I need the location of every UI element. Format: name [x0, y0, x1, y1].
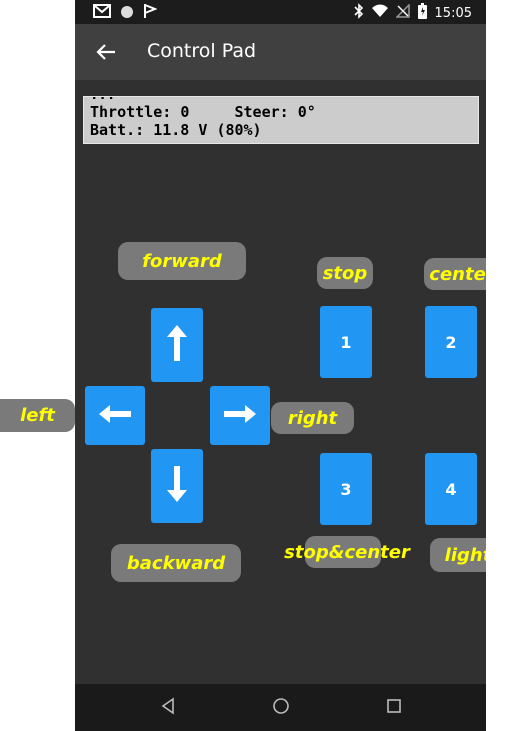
button-2[interactable]: 2 [425, 306, 477, 378]
arrow-up-icon [165, 323, 189, 367]
arrow-left-icon [97, 403, 133, 429]
stop-center-label: stop&center [284, 536, 410, 568]
battery-label: Batt.: [90, 121, 145, 139]
app-bar: Control Pad [75, 24, 486, 80]
forward-label: forward [118, 242, 246, 280]
left-button[interactable] [85, 386, 145, 445]
stop-center-text: stop&center [284, 541, 410, 563]
light-label: light [430, 538, 486, 572]
center-label: center [424, 258, 486, 290]
right-label: right [271, 402, 354, 434]
bluetooth-icon [353, 3, 364, 23]
nav-back-icon[interactable] [160, 697, 176, 719]
backward-label: backward [111, 544, 241, 582]
circle-icon [120, 4, 134, 23]
status-right: 15:05 [353, 3, 472, 23]
battery-value: 11.8 V [153, 121, 208, 139]
status-bar: 15:05 [75, 0, 486, 24]
left-label: left [0, 399, 75, 432]
throttle-steer-row: Throttle: 0 Steer: 0° [90, 103, 316, 121]
button-3[interactable]: 3 [320, 453, 372, 525]
arrow-down-icon [165, 464, 189, 508]
telemetry-panel: ... Throttle: 0 Steer: 0° Batt.: 11.8 V … [83, 96, 479, 144]
back-arrow-icon[interactable] [93, 39, 119, 65]
phone-screen: 15:05 Control Pad ... Throttle: 0 Steer:… [75, 0, 486, 731]
steer-value: 0° [297, 103, 316, 121]
gmail-icon [93, 3, 111, 23]
page-title: Control Pad [147, 40, 257, 62]
battery-percent: (80%) [216, 121, 262, 139]
flag-icon [143, 3, 158, 23]
truncated-line: ... [90, 97, 115, 103]
button-1[interactable]: 1 [320, 306, 372, 378]
system-nav-bar [75, 684, 486, 731]
nav-recents-icon[interactable] [386, 697, 402, 719]
stop-label: stop [317, 257, 373, 289]
wifi-icon [371, 4, 388, 22]
forward-button[interactable] [151, 308, 203, 382]
backward-button[interactable] [151, 449, 203, 523]
status-time: 15:05 [434, 5, 472, 21]
status-left [93, 3, 158, 23]
nav-home-icon[interactable] [272, 697, 290, 719]
throttle-value: 0 [180, 103, 190, 121]
no-sim-icon [394, 3, 410, 22]
battery-row: Batt.: 11.8 V (80%) [90, 121, 262, 139]
steer-label: Steer: [234, 103, 289, 121]
arrow-right-icon [222, 403, 258, 429]
button-4[interactable]: 4 [425, 453, 477, 525]
battery-icon [417, 3, 427, 23]
throttle-label: Throttle: [90, 103, 172, 121]
right-button[interactable] [210, 386, 270, 445]
